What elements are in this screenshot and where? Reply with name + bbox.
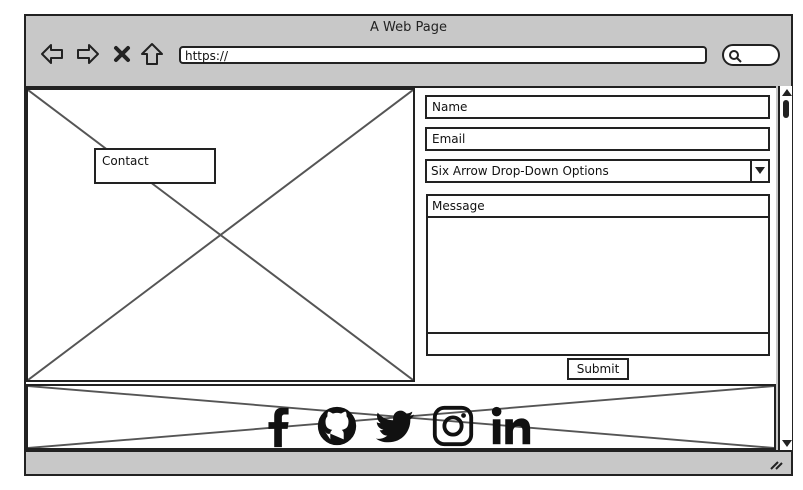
- twitter-icon[interactable]: [372, 403, 418, 449]
- footer-image-placeholder: [26, 384, 776, 450]
- message-textarea[interactable]: Message: [426, 194, 770, 356]
- message-footer: [428, 332, 768, 354]
- email-field[interactable]: Email: [425, 127, 770, 151]
- github-icon[interactable]: [314, 403, 360, 449]
- status-bar: [26, 450, 791, 474]
- instagram-icon[interactable]: [430, 403, 476, 449]
- search-icon: [729, 50, 742, 63]
- resize-handle-icon[interactable]: [769, 458, 783, 470]
- back-arrow-icon[interactable]: [40, 42, 64, 66]
- chevron-down-icon[interactable]: [750, 161, 768, 181]
- social-links: [256, 402, 534, 450]
- name-field[interactable]: Name: [425, 95, 770, 119]
- message-label: Message: [428, 196, 768, 218]
- facebook-icon[interactable]: [256, 403, 302, 449]
- contact-label: Contact: [94, 148, 216, 184]
- home-icon[interactable]: [140, 42, 164, 66]
- linkedin-icon[interactable]: [488, 403, 534, 449]
- scroll-down-icon[interactable]: [782, 440, 792, 448]
- hero-image-placeholder: Contact: [26, 88, 415, 382]
- dropdown-selected: Six Arrow Drop-Down Options: [431, 164, 609, 178]
- scroll-up-icon[interactable]: [782, 88, 792, 96]
- address-bar[interactable]: https://: [179, 46, 707, 64]
- window-title: A Web Page: [370, 20, 447, 35]
- page-content: Contact Name Email Six Arrow Drop-Down O…: [26, 86, 776, 450]
- close-icon[interactable]: [112, 42, 132, 66]
- options-dropdown[interactable]: Six Arrow Drop-Down Options: [425, 159, 770, 183]
- submit-button[interactable]: Submit: [567, 358, 629, 380]
- forward-arrow-icon[interactable]: [76, 42, 100, 66]
- scroll-thumb[interactable]: [783, 100, 789, 118]
- vertical-scrollbar[interactable]: [778, 86, 792, 450]
- browser-window: A Web Page https:// Contact Name Email S…: [24, 14, 793, 476]
- search-button[interactable]: [722, 44, 780, 66]
